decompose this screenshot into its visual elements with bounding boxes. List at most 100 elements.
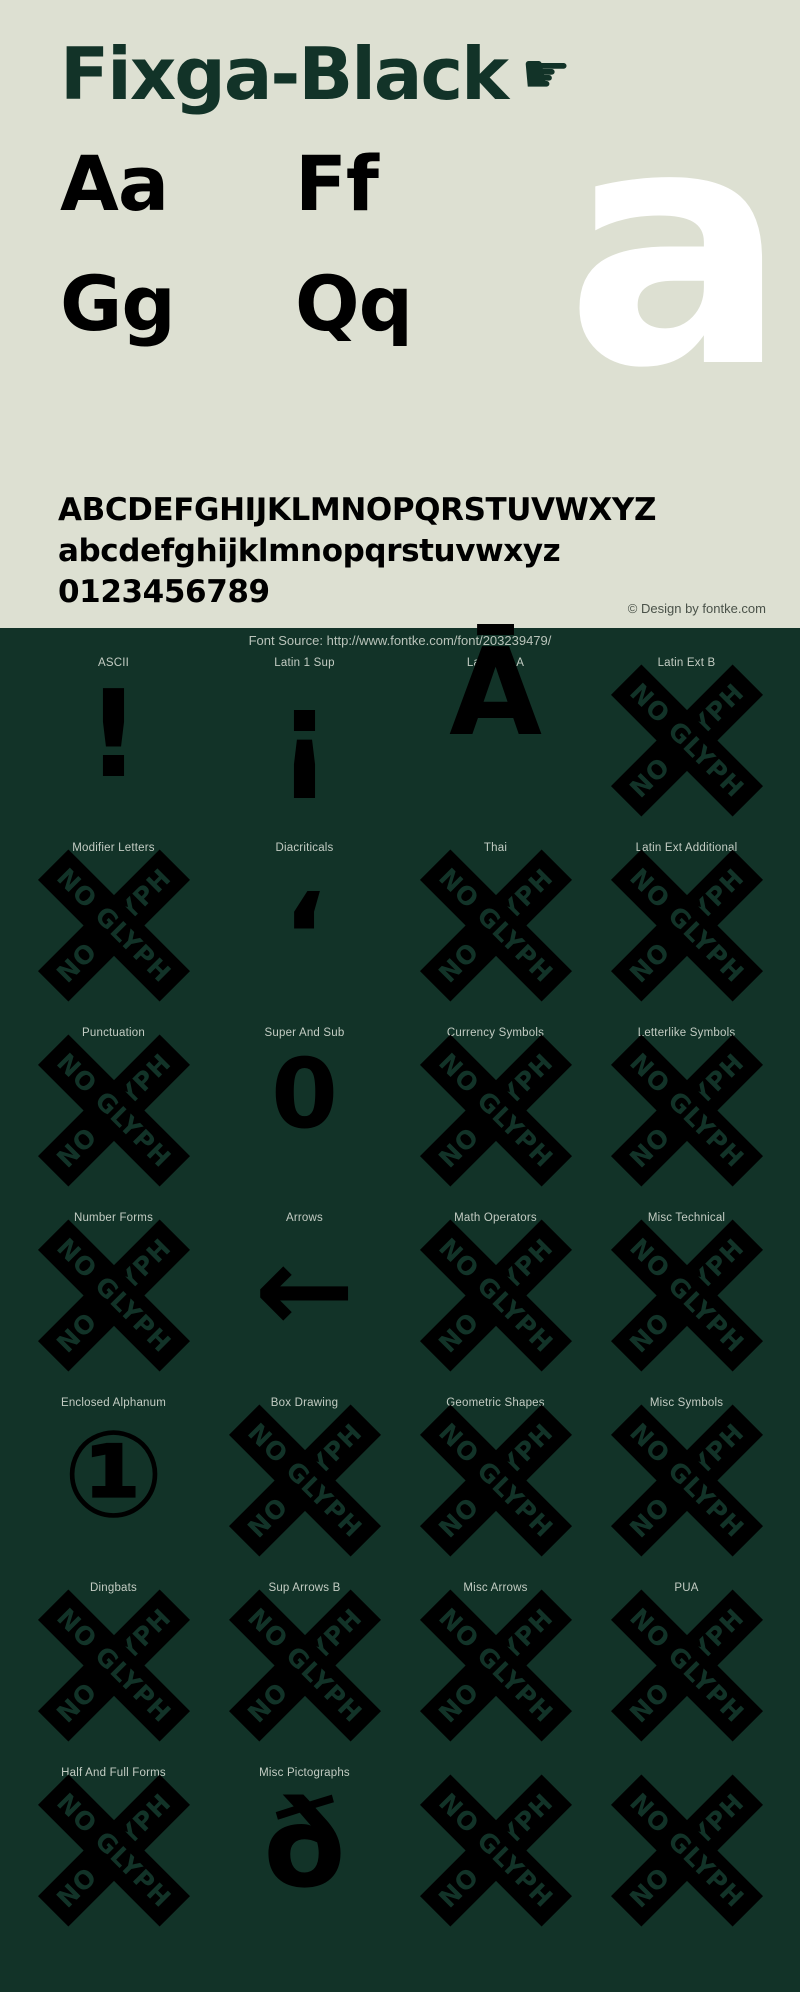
glyph-preview: NO GLYPHNO GLYPH <box>591 1773 782 1946</box>
specimen-panel: Fixga-Black ☛ a Aa Ff Gg Qq ABCDEFGHIJKLM… <box>0 0 800 628</box>
glyph-preview: NO GLYPHNO GLYPH <box>591 1033 782 1206</box>
glyph-block-cell[interactable]: Math OperatorsNO GLYPHNO GLYPH <box>400 1209 591 1394</box>
glyph-preview: NO GLYPHNO GLYPH <box>400 1773 591 1946</box>
glyph-preview: NO GLYPHNO GLYPH <box>18 1218 209 1391</box>
glyph-sample: ← <box>254 1221 355 1360</box>
glyph-block-label: Geometric Shapes <box>446 1397 545 1409</box>
no-glyph-icon: NO GLYPHNO GLYPH <box>419 1403 572 1557</box>
glyph-block-cell[interactable]: Geometric ShapesNO GLYPHNO GLYPH <box>400 1394 591 1579</box>
glyph-preview: NO GLYPHNO GLYPH <box>400 848 591 1021</box>
glyph-block-label: Currency Symbols <box>446 1027 545 1039</box>
glyph-sample: ð <box>263 1776 346 1915</box>
no-glyph-icon: NO GLYPHNO GLYPH <box>37 1773 190 1927</box>
glyph-preview: NO GLYPHNO GLYPH <box>591 848 782 1021</box>
glyph-block-cell[interactable]: Misc TechnicalNO GLYPHNO GLYPH <box>591 1209 782 1394</box>
glyph-block-cell[interactable]: PunctuationNO GLYPHNO GLYPH <box>18 1024 209 1209</box>
letter-pair-row: Aa Ff <box>60 140 530 260</box>
glyph-row: PunctuationNO GLYPHNO GLYPHSuper And Sub… <box>18 1024 782 1209</box>
glyph-preview: NO GLYPHNO GLYPH <box>591 1218 782 1391</box>
no-glyph-icon: NO GLYPHNO GLYPH <box>610 1033 763 1187</box>
glyph-block-label: Number Forms <box>73 1212 154 1224</box>
no-glyph-icon: NO GLYPHNO GLYPH <box>419 1773 572 1927</box>
no-glyph-icon: NO GLYPHNO GLYPH <box>419 1588 572 1742</box>
design-credit: © Design by fontke.com <box>627 601 766 616</box>
glyph-block-cell[interactable]: NO GLYPHNO GLYPH <box>591 1764 782 1949</box>
letter-pair-row: Gg Qq <box>60 260 530 380</box>
glyph-block-label: PUA <box>674 1582 699 1594</box>
no-glyph-icon: NO GLYPHNO GLYPH <box>610 1773 763 1927</box>
no-glyph-icon: NO GLYPHNO GLYPH <box>610 848 763 1002</box>
glyph-block-cell[interactable]: ASCII! <box>18 654 209 839</box>
glyph-block-label: Half And Full Forms <box>61 1767 166 1779</box>
font-title: Fixga-Black ☛ <box>60 38 571 110</box>
no-glyph-icon: NO GLYPHNO GLYPH <box>37 1218 190 1372</box>
glyph-row: Modifier LettersNO GLYPHNO GLYPHDiacriti… <box>18 839 782 1024</box>
glyph-preview: ʻ <box>209 879 400 1039</box>
no-glyph-icon: NO GLYPHNO GLYPH <box>37 1033 190 1187</box>
glyph-block-label: Latin Ext B <box>657 657 716 669</box>
alphabet-digits: 0123456789 <box>58 574 270 611</box>
letter-pair-aa: Aa <box>60 139 169 228</box>
glyph-preview: NO GLYPHNO GLYPH <box>400 1403 591 1576</box>
glyph-block-label: Punctuation <box>82 1027 145 1039</box>
glyph-preview: ! <box>18 676 209 836</box>
glyph-block-cell[interactable]: Misc SymbolsNO GLYPHNO GLYPH <box>591 1394 782 1579</box>
glyph-sample: ʻ <box>281 869 328 1008</box>
glyph-row: Number FormsNO GLYPHNO GLYPHArrows←Math … <box>18 1209 782 1394</box>
glyph-block-cell[interactable]: Letterlike SymbolsNO GLYPHNO GLYPH <box>591 1024 782 1209</box>
glyph-preview: NO GLYPHNO GLYPH <box>400 1588 591 1761</box>
glyph-block-label: Letterlike Symbols <box>637 1027 736 1039</box>
glyph-block-cell[interactable]: DingbatsNO GLYPHNO GLYPH <box>18 1579 209 1764</box>
glyph-block-cell[interactable]: Half And Full FormsNO GLYPHNO GLYPH <box>18 1764 209 1949</box>
glyph-block-cell[interactable]: Latin Ext AĀ <box>400 634 591 839</box>
glyph-block-label: Misc Arrows <box>463 1582 528 1594</box>
glyph-preview: NO GLYPHNO GLYPH <box>400 1033 591 1206</box>
glyph-block-cell[interactable]: Box DrawingNO GLYPHNO GLYPH <box>209 1394 400 1579</box>
glyph-block-cell[interactable]: Modifier LettersNO GLYPHNO GLYPH <box>18 839 209 1024</box>
glyph-block-cell[interactable]: Number FormsNO GLYPHNO GLYPH <box>18 1209 209 1394</box>
glyph-sample: 0 <box>271 1038 338 1150</box>
no-glyph-icon: NO GLYPHNO GLYPH <box>419 1218 572 1372</box>
glyph-block-cell[interactable]: Misc Pictographs ð <box>209 1764 400 1949</box>
glyph-block-cell[interactable]: Diacriticals ʻ <box>209 839 400 1024</box>
glyph-block-label: Diacriticals <box>275 842 334 854</box>
glyph-block-cell[interactable]: Currency SymbolsNO GLYPHNO GLYPH <box>400 1024 591 1209</box>
glyph-preview: NO GLYPHNO GLYPH <box>591 1403 782 1576</box>
letter-pair-ff: Ff <box>295 139 379 228</box>
no-glyph-icon: NO GLYPHNO GLYPH <box>610 1403 763 1557</box>
glyph-preview: NO GLYPHNO GLYPH <box>400 1218 591 1391</box>
glyph-preview: NO GLYPHNO GLYPH <box>209 1588 400 1761</box>
no-glyph-icon: NO GLYPHNO GLYPH <box>419 848 572 1002</box>
glyph-block-label <box>591 1764 782 1768</box>
glyph-block-cell[interactable]: Latin Ext BNO GLYPHNO GLYPH <box>591 654 782 839</box>
glyph-preview: ① <box>18 1416 209 1576</box>
glyph-block-cell[interactable]: Super And Sub 0 <box>209 1024 400 1209</box>
glyph-block-label: Sup Arrows B <box>268 1582 341 1594</box>
glyph-block-label: Thai <box>483 842 508 854</box>
glyph-block-cell[interactable]: NO GLYPHNO GLYPH <box>400 1764 591 1949</box>
glyph-block-cell[interactable]: Sup Arrows BNO GLYPHNO GLYPH <box>209 1579 400 1764</box>
glyph-preview: ← <box>209 1231 400 1391</box>
glyph-preview: NO GLYPHNO GLYPH <box>18 848 209 1021</box>
alphabet-uppercase: ABCDEFGHIJKLMNOPQRSTUVWXYZ <box>58 492 657 528</box>
glyph-block-label: Misc Technical <box>647 1212 726 1224</box>
glyph-block-cell[interactable]: Latin 1 Sup ¡ <box>209 654 400 839</box>
glyph-block-label <box>400 1764 591 1768</box>
glyph-block-cell[interactable]: ThaiNO GLYPHNO GLYPH <box>400 839 591 1024</box>
glyph-sample: ① <box>62 1406 165 1545</box>
glyph-block-cell[interactable]: Arrows ← <box>209 1209 400 1394</box>
glyph-preview: NO GLYPHNO GLYPH <box>591 663 782 836</box>
glyph-preview: 0 <box>209 1046 400 1206</box>
glyph-block-cell[interactable]: Latin Ext AdditionalNO GLYPHNO GLYPH <box>591 839 782 1024</box>
no-glyph-icon: NO GLYPHNO GLYPH <box>419 1033 572 1187</box>
no-glyph-icon: NO GLYPHNO GLYPH <box>610 1218 763 1372</box>
glyph-row: Enclosed Alphanum①Box DrawingNO GLYPHNO … <box>18 1394 782 1579</box>
letter-pair-qq: Qq <box>295 259 413 348</box>
glyph-block-cell[interactable]: Enclosed Alphanum ① <box>18 1394 209 1579</box>
glyph-block-cell[interactable]: Misc ArrowsNO GLYPHNO GLYPH <box>400 1579 591 1764</box>
no-glyph-icon: NO GLYPHNO GLYPH <box>610 663 763 817</box>
glyph-sample: ! <box>86 666 141 805</box>
glyph-preview: NO GLYPHNO GLYPH <box>18 1773 209 1946</box>
alphabet-block: ABCDEFGHIJKLMNOPQRSTUVWXYZ abcdefghijklm… <box>58 490 656 614</box>
glyph-block-cell[interactable]: PUANO GLYPHNO GLYPH <box>591 1579 782 1764</box>
